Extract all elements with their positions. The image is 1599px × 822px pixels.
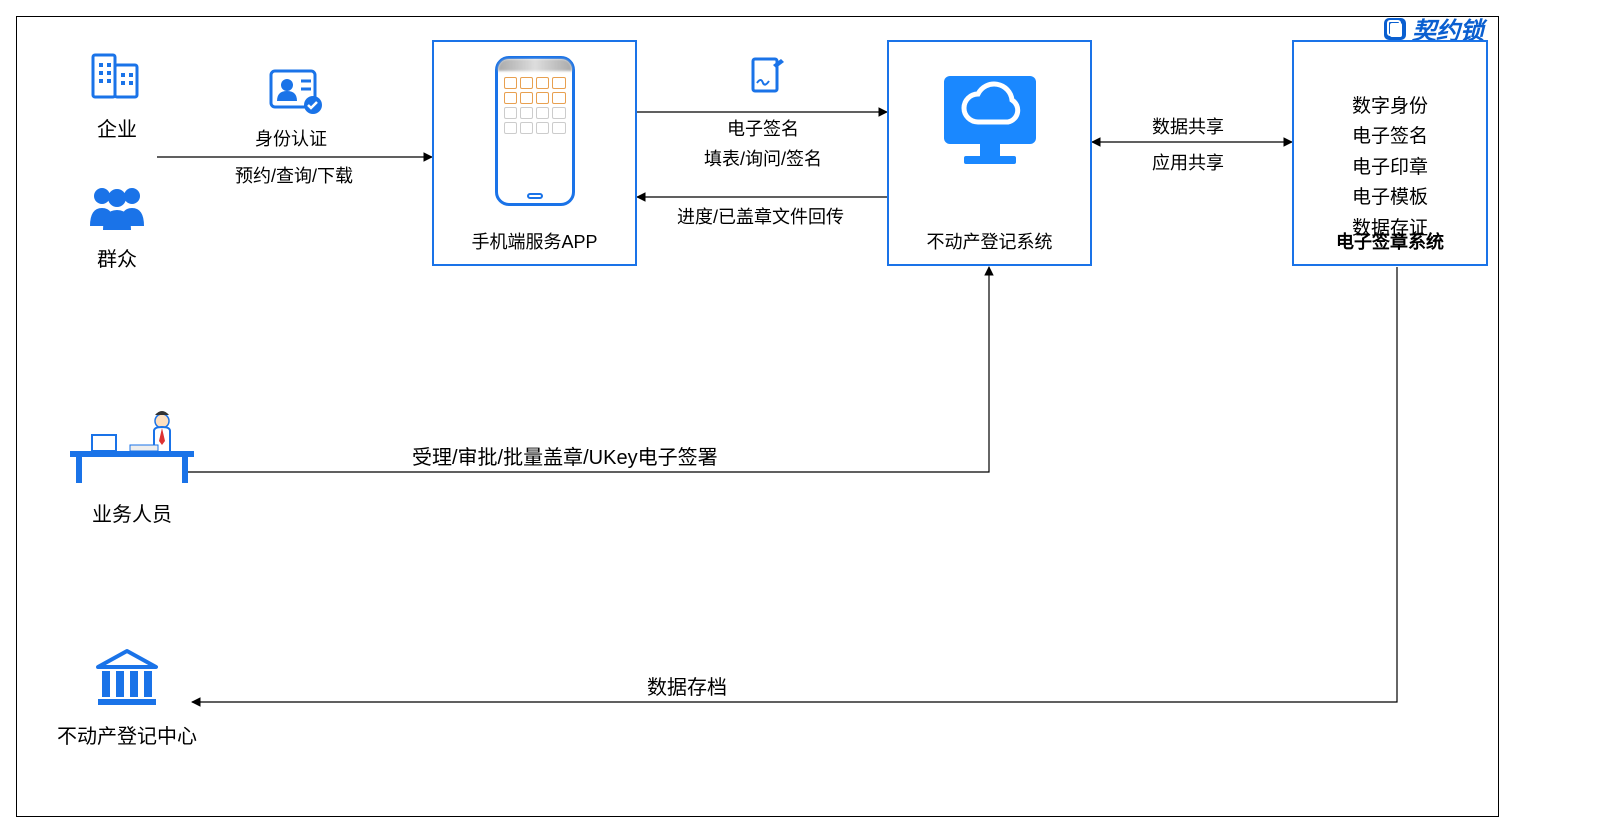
feature-item: 电子签名 (1294, 122, 1486, 152)
id-auth-icon-wrap (267, 67, 323, 120)
label-data-share: 数据共享 (1152, 113, 1224, 139)
feature-item: 电子印章 (1294, 153, 1486, 183)
desk-person-icon (62, 407, 202, 487)
label-book-query-download: 预约/查询/下载 (235, 162, 353, 188)
label-progress-return: 进度/已盖章文件回传 (677, 203, 844, 229)
actor-staff-label: 业务人员 (57, 498, 207, 527)
esign-doc-icon (747, 55, 787, 95)
cloud-monitor-icon (930, 66, 1050, 176)
phone-icon (495, 56, 575, 206)
actor-public-label: 群众 (72, 243, 162, 272)
box-esign-system-label: 电子签章系统 (1294, 228, 1486, 254)
label-fill-ask-sign: 填表/询问/签名 (704, 145, 822, 171)
people-icon (82, 182, 152, 232)
logo-icon (1382, 16, 1408, 42)
label-esign: 电子签名 (727, 115, 799, 141)
actor-enterprise: 企业 (72, 47, 162, 142)
actor-reg-center: 不动产登记中心 (47, 647, 207, 749)
box-mobile-app-label: 手机端服务APP (434, 228, 635, 254)
label-staff-ops: 受理/审批/批量盖章/UKey电子签署 (412, 441, 718, 470)
box-registry-system: 不动产登记系统 (887, 40, 1092, 266)
label-app-share: 应用共享 (1152, 149, 1224, 175)
diagram-frame: 契约锁 QIYUESUO.COM 企业 (16, 16, 1499, 817)
label-archive: 数据存档 (647, 671, 727, 700)
feature-item: 电子模板 (1294, 183, 1486, 213)
building-icon (87, 47, 147, 102)
esign-doc-icon-wrap (747, 55, 787, 100)
label-id-auth: 身份认证 (255, 125, 327, 151)
feature-item: 数字身份 (1294, 92, 1486, 122)
actor-staff: 业务人员 (57, 407, 207, 527)
id-card-icon (267, 67, 323, 115)
box-esign-system: 数字身份 电子签名 电子印章 电子模板 数据存证 电子签章系统 (1292, 40, 1488, 266)
box-mobile-app: 手机端服务APP (432, 40, 637, 266)
esign-feature-list: 数字身份 电子签名 电子印章 电子模板 数据存证 (1294, 42, 1486, 244)
actor-enterprise-label: 企业 (72, 113, 162, 142)
box-registry-system-label: 不动产登记系统 (889, 228, 1090, 254)
institution-icon (92, 647, 162, 709)
actor-reg-center-label: 不动产登记中心 (47, 720, 207, 749)
actor-public: 群众 (72, 182, 162, 272)
